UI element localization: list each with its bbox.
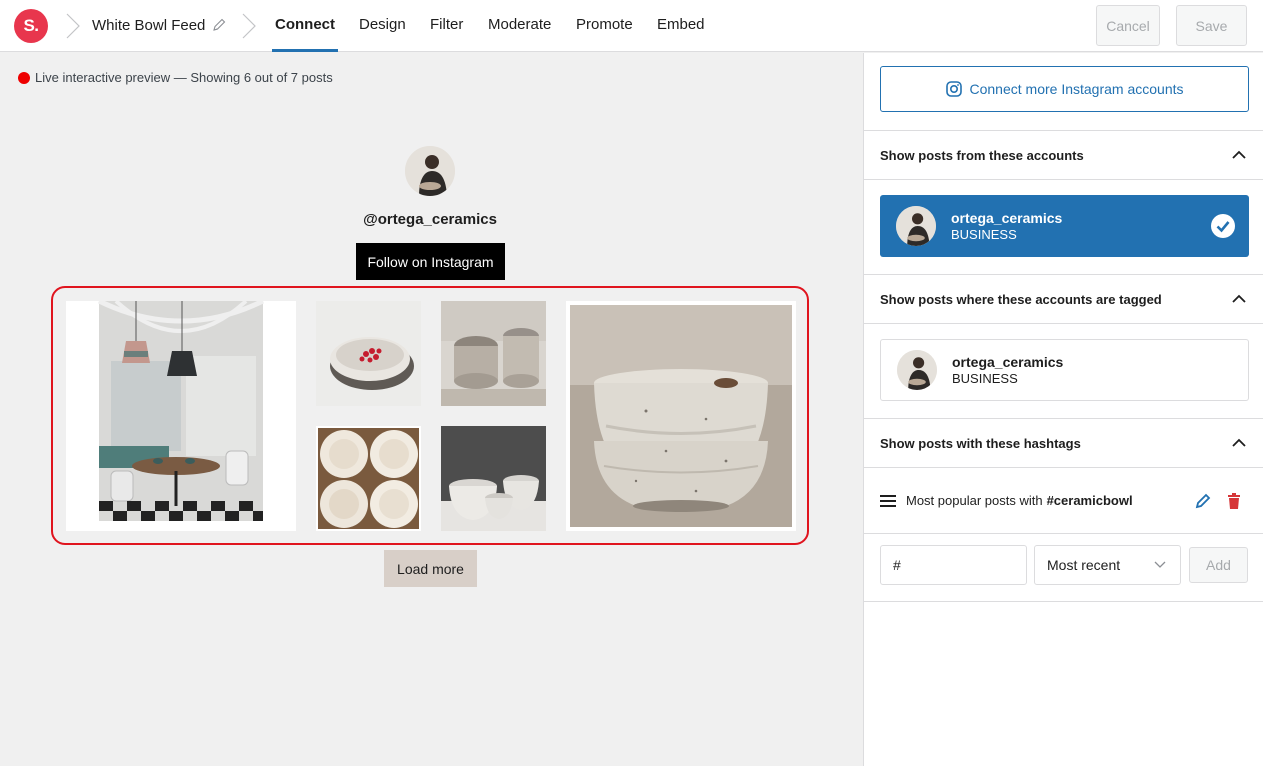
stacked-bowls-image <box>441 301 546 406</box>
settings-sidebar: Connect more Instagram accounts Show pos… <box>863 53 1263 766</box>
save-button[interactable]: Save <box>1176 5 1247 46</box>
instagram-icon <box>945 81 962 97</box>
live-preview-text: Live interactive preview — Showing 6 out… <box>35 70 333 85</box>
chevron-up-icon[interactable] <box>1232 150 1246 160</box>
section-hashtags-title: Show posts with these hashtags <box>880 435 1081 451</box>
hashtag-sort-select[interactable]: Most recent <box>1034 545 1181 585</box>
post-stacked-bowls[interactable] <box>441 301 546 406</box>
post-plates-top-view[interactable] <box>316 426 421 531</box>
breadcrumb-chevron-icon <box>66 13 80 39</box>
tab-filter[interactable]: Filter <box>430 16 463 33</box>
checkmark-circle-icon <box>1211 214 1235 238</box>
tab-moderate[interactable]: Moderate <box>488 16 551 33</box>
potter-avatar-image <box>897 350 937 390</box>
live-dot-icon <box>18 71 30 84</box>
chevron-up-icon[interactable] <box>1232 294 1246 304</box>
account-name: ortega_ceramics <box>951 209 1063 226</box>
feed-name[interactable]: White Bowl Feed <box>92 17 205 34</box>
account-avatar <box>896 206 936 246</box>
potter-avatar-image <box>405 146 455 196</box>
profile-username[interactable]: @ortega_ceramics <box>300 211 560 228</box>
section-hashtags-header[interactable]: Show posts with these hashtags <box>864 418 1263 468</box>
connect-instagram-label: Connect more Instagram accounts <box>969 81 1184 97</box>
breadcrumb-chevron-icon <box>242 13 256 39</box>
hashtag-input[interactable] <box>880 545 1027 585</box>
post-white-bowls-large[interactable] <box>566 301 796 531</box>
post-bowls-berries[interactable] <box>316 301 421 406</box>
section-accounts-header[interactable]: Show posts from these accounts <box>864 130 1263 180</box>
post-small-bowls-grey[interactable] <box>441 426 546 531</box>
tab-design[interactable]: Design <box>359 16 406 33</box>
add-hashtag-row: Most recent Add <box>864 534 1263 602</box>
plates-top-view-image <box>316 426 421 531</box>
dining-room-image <box>66 301 296 531</box>
load-more-button[interactable]: Load more <box>384 550 477 587</box>
connect-instagram-button[interactable]: Connect more Instagram accounts <box>880 66 1249 112</box>
account-card-selected[interactable]: ortega_ceramics BUSINESS <box>880 195 1249 257</box>
follow-on-instagram-button[interactable]: Follow on Instagram <box>356 243 505 280</box>
post-dining-room[interactable] <box>66 301 296 531</box>
tab-embed[interactable]: Embed <box>657 16 705 33</box>
section-tagged-title: Show posts where these accounts are tagg… <box>880 291 1162 307</box>
tagged-account-card[interactable]: ortega_ceramics BUSINESS <box>880 339 1249 401</box>
potter-avatar-image <box>896 206 936 246</box>
bowls-berries-image <box>316 301 421 406</box>
hashtag-rule-prefix: Most popular posts with <box>906 493 1043 508</box>
drag-handle-icon[interactable] <box>880 494 896 507</box>
section-tagged-header[interactable]: Show posts where these accounts are tagg… <box>864 274 1263 324</box>
edit-pencil-icon[interactable] <box>211 17 227 33</box>
account-type: BUSINESS <box>951 226 1017 242</box>
small-bowls-grey-image <box>441 426 546 531</box>
trash-icon[interactable] <box>1225 492 1243 510</box>
tab-connect[interactable]: Connect <box>275 16 335 33</box>
account-type: BUSINESS <box>952 370 1018 386</box>
hashtag-rule-row: Most popular posts with #ceramicbowl <box>864 468 1263 534</box>
top-bar: S. White Bowl Feed Connect Design Filter… <box>0 0 1263 52</box>
chevron-down-icon <box>1154 561 1166 568</box>
edit-pencil-icon[interactable] <box>1194 492 1212 510</box>
add-hashtag-button[interactable]: Add <box>1189 547 1248 583</box>
account-avatar <box>897 350 937 390</box>
white-bowls-large-image <box>566 301 796 531</box>
feed-preview: Live interactive preview — Showing 6 out… <box>0 53 863 766</box>
account-name: ortega_ceramics <box>952 353 1064 370</box>
cancel-button[interactable]: Cancel <box>1096 5 1160 46</box>
active-tab-indicator <box>272 49 338 52</box>
live-preview-status: Live interactive preview — Showing 6 out… <box>18 70 333 85</box>
section-accounts-title: Show posts from these accounts <box>880 147 1084 163</box>
app-logo[interactable]: S. <box>14 9 48 43</box>
chevron-up-icon[interactable] <box>1232 438 1246 448</box>
profile-avatar[interactable] <box>405 146 455 196</box>
hashtag-sort-value: Most recent <box>1047 557 1121 573</box>
tab-promote[interactable]: Promote <box>576 16 633 33</box>
hashtag-rule-tag: #ceramicbowl <box>1046 493 1133 508</box>
